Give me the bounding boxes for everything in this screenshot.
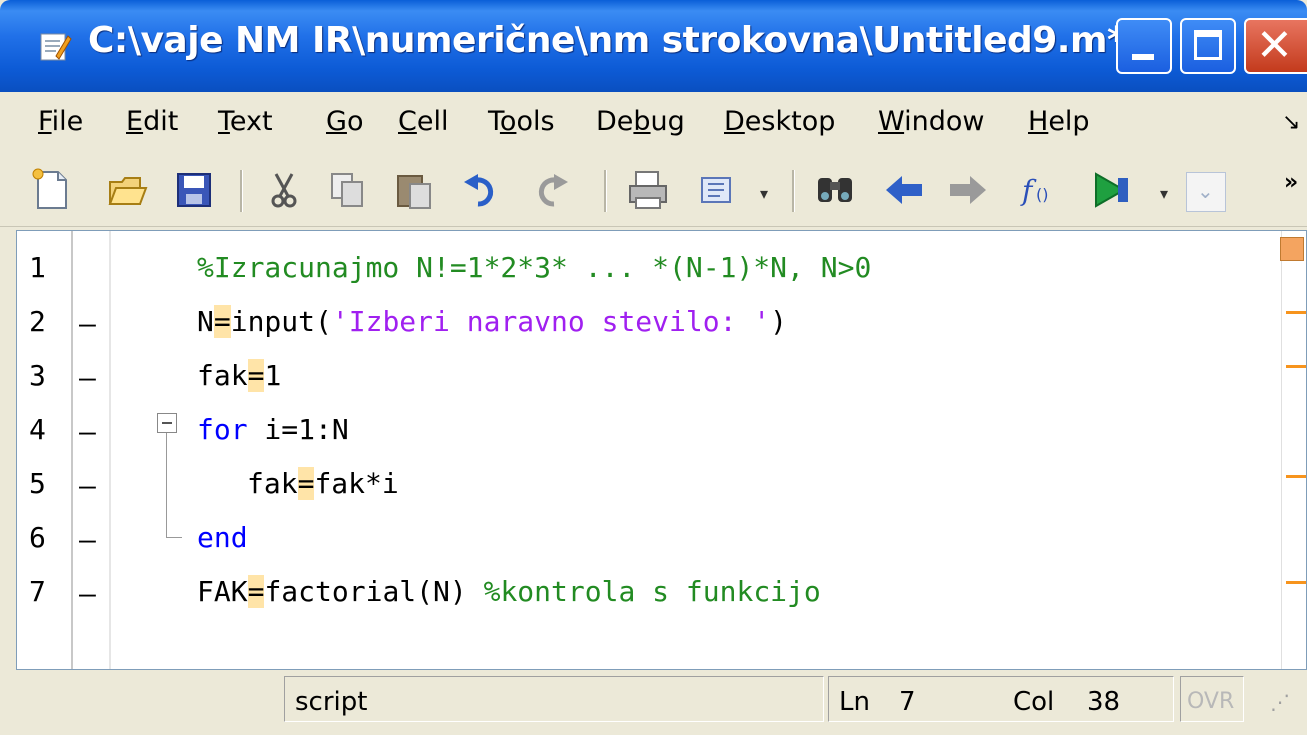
run-dropdown-icon[interactable]: ▾ <box>1160 184 1168 203</box>
format-icon[interactable] <box>692 168 736 212</box>
code-line: 3 — fak=1 <box>17 351 1287 406</box>
fold-guide-end <box>166 537 182 538</box>
menu-text[interactable]: Text <box>218 106 273 137</box>
fold-guide <box>166 433 167 537</box>
warning-marker[interactable] <box>1286 311 1306 314</box>
warning-marker[interactable] <box>1286 475 1306 478</box>
run-icon[interactable] <box>1088 168 1132 212</box>
code-editor[interactable]: 1 %Izracunajmo N!=1*2*3* ... *(N-1)*N, N… <box>16 230 1307 670</box>
format-dropdown-icon[interactable]: ▾ <box>760 184 768 203</box>
status-position-field: Ln 7 Col 38 <box>828 676 1174 722</box>
breakpoint-dash[interactable]: — <box>79 523 96 556</box>
find-icon[interactable] <box>814 168 858 212</box>
toolbar-separator <box>792 170 795 212</box>
menu-debug[interactable]: Debug <box>596 106 685 137</box>
breakpoint-dash[interactable]: — <box>79 577 96 610</box>
resize-grip-icon[interactable]: ⋰ <box>1270 690 1290 714</box>
menu-desktop[interactable]: Desktop <box>724 106 835 137</box>
stack-dropdown[interactable]: ⌄ <box>1186 172 1226 212</box>
minimize-button[interactable] <box>1116 18 1172 74</box>
menu-bar: File Edit Text Go Cell Tools Debug Deskt… <box>0 92 1307 158</box>
code-keyword: end <box>197 521 248 554</box>
status-mode-field: script <box>284 676 824 722</box>
svg-text:f: f <box>1020 174 1037 207</box>
status-ln-label: Ln <box>839 687 870 717</box>
line-number: 1 <box>29 251 46 284</box>
breakpoint-dash[interactable]: — <box>79 415 96 448</box>
code-line: 7 — FAK=factorial(N) %kontrola s funkcij… <box>17 567 1287 622</box>
code-line: 6 — end <box>17 513 1287 568</box>
toolbar-overflow-icon[interactable]: » <box>1284 170 1298 195</box>
chevron-down-icon: ⌄ <box>1197 179 1214 203</box>
line-number: 5 <box>29 467 46 500</box>
toolbar-separator <box>240 170 243 212</box>
menu-tools[interactable]: Tools <box>488 106 555 137</box>
menu-window[interactable]: Window <box>878 106 984 137</box>
code-line: 5 — fak=fak*i <box>17 459 1287 514</box>
status-ovr-field: OVR <box>1180 676 1244 722</box>
breakpoint-dash[interactable]: — <box>79 469 96 502</box>
menu-cell[interactable]: Cell <box>398 106 448 137</box>
copy-icon[interactable] <box>326 168 370 212</box>
code-comment: %Izracunajmo N!=1*2*3* ... *(N-1)*N, N>0 <box>197 251 872 284</box>
close-icon: ✕ <box>1256 20 1293 71</box>
toolbar-separator <box>604 170 607 212</box>
status-col-value: 38 <box>1087 687 1121 717</box>
cut-icon[interactable] <box>262 168 306 212</box>
undo-icon[interactable] <box>460 168 504 212</box>
code-line: 2 — N=input('Izberi naravno stevilo: ') <box>17 297 1287 352</box>
menu-help[interactable]: Help <box>1028 106 1090 137</box>
status-bar: script Ln 7 Col 38 OVR ⋰ <box>0 670 1307 735</box>
code-text: FAK=factorial(N) %kontrola s funkcijo <box>197 575 821 608</box>
line-number: 4 <box>29 413 46 446</box>
title-bar[interactable]: C:\vaje NM IR\numerične\nm strokovna\Unt… <box>0 0 1307 92</box>
status-col-label: Col <box>1013 687 1055 717</box>
menu-edit[interactable]: Edit <box>126 106 178 137</box>
code-line: 4 — for i=1:N <box>17 405 1287 460</box>
paste-icon[interactable] <box>392 168 436 212</box>
warning-marker[interactable] <box>1286 365 1306 368</box>
status-mode: script <box>295 687 368 717</box>
code-text: for i=1:N <box>197 413 349 446</box>
warning-indicator-icon[interactable] <box>1280 237 1304 261</box>
breakpoint-dash[interactable]: — <box>79 361 96 394</box>
forward-arrow-icon[interactable] <box>946 168 990 212</box>
breakpoint-dash[interactable]: — <box>79 307 96 340</box>
toolbar: ▾ f () ▾ ⌄ » <box>0 158 1307 227</box>
status-ln-value: 7 <box>899 687 916 717</box>
mlint-bar[interactable] <box>1280 231 1306 669</box>
code-text: N=input('Izberi naravno stevilo: ') <box>197 305 788 338</box>
line-number: 6 <box>29 521 46 554</box>
code-text: fak=1 <box>197 359 282 392</box>
code-line: 1 %Izracunajmo N!=1*2*3* ... *(N-1)*N, N… <box>17 243 1287 298</box>
redo-icon[interactable] <box>528 168 572 212</box>
warning-marker[interactable] <box>1286 581 1306 584</box>
new-file-icon[interactable] <box>30 168 74 212</box>
menu-go[interactable]: Go <box>326 106 363 137</box>
fold-toggle-icon[interactable] <box>157 413 177 433</box>
line-number: 3 <box>29 359 46 392</box>
editor-document-icon <box>40 33 72 61</box>
minimize-icon <box>1132 54 1154 60</box>
menu-file[interactable]: File <box>38 106 83 137</box>
dock-arrow-icon[interactable]: ↘ <box>1282 110 1300 135</box>
save-icon[interactable] <box>172 168 216 212</box>
back-arrow-icon[interactable] <box>882 168 926 212</box>
line-number: 7 <box>29 575 46 608</box>
maximize-button[interactable] <box>1180 18 1236 74</box>
close-button[interactable]: ✕ <box>1244 18 1307 74</box>
function-icon[interactable]: f () <box>1018 168 1062 212</box>
open-folder-icon[interactable] <box>106 168 150 212</box>
svg-text:(): () <box>1036 185 1048 204</box>
window-title: C:\vaje NM IR\numerične\nm strokovna\Unt… <box>88 20 1126 61</box>
code-text: fak=fak*i <box>247 467 399 500</box>
line-number: 2 <box>29 305 46 338</box>
print-icon[interactable] <box>626 168 670 212</box>
maximize-icon <box>1194 30 1222 60</box>
status-ovr: OVR <box>1187 689 1235 714</box>
